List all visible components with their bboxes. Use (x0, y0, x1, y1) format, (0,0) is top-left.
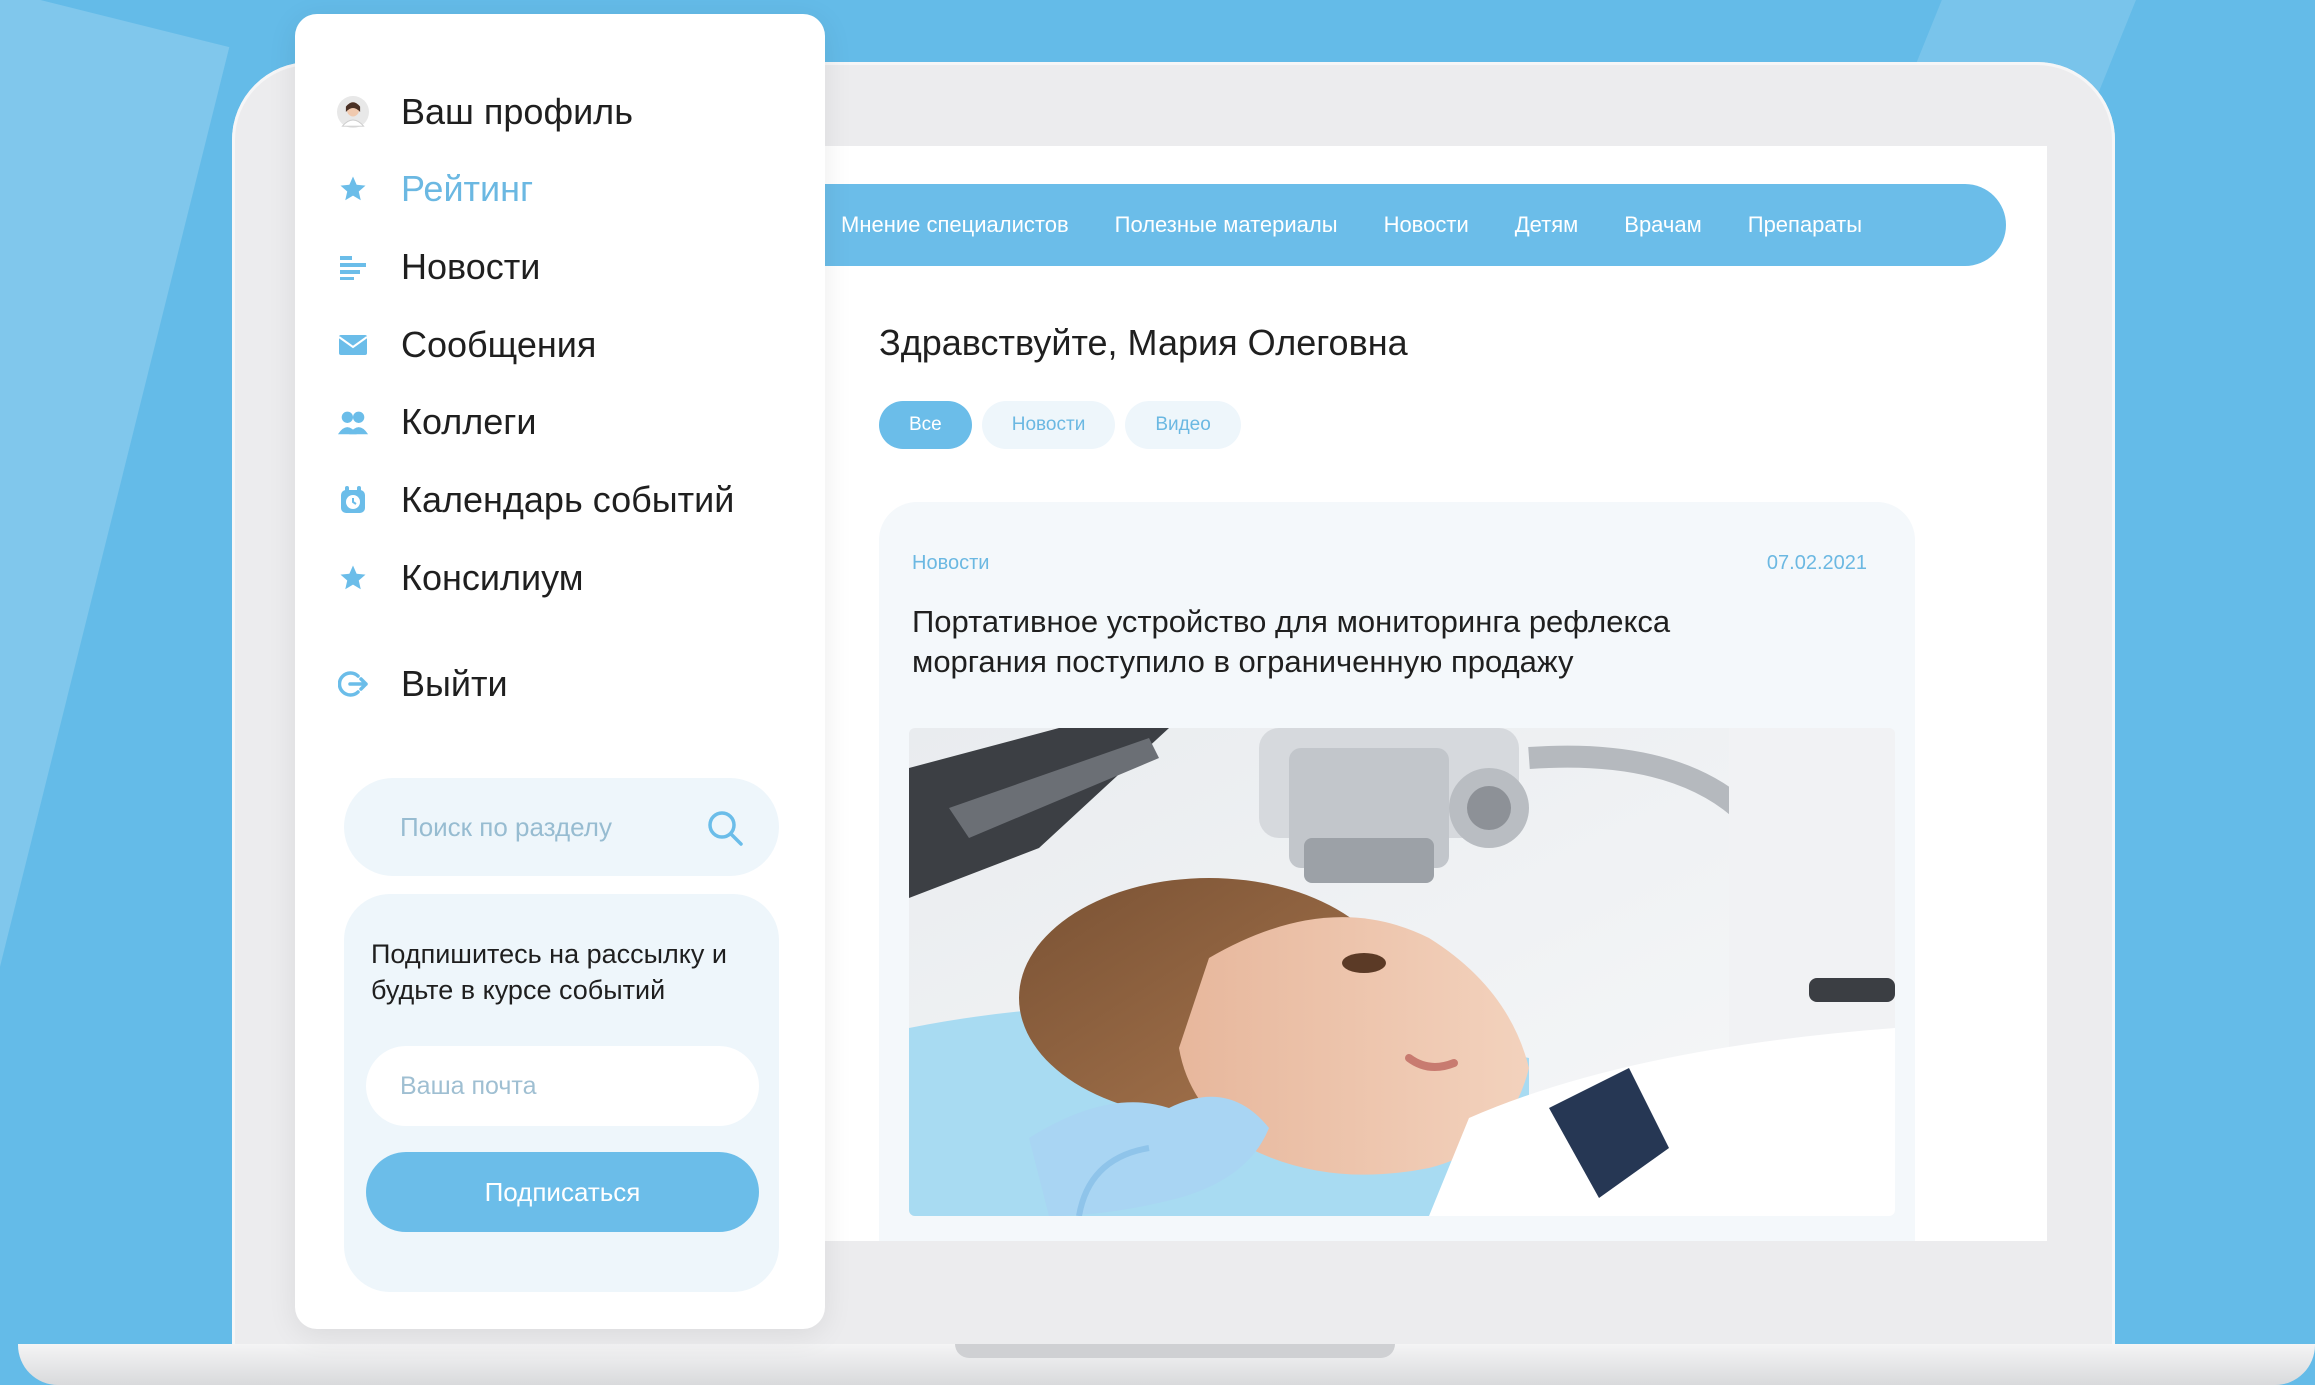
nav-item-experts[interactable]: Мнение специалистов (841, 212, 1069, 238)
sidebar-item-label: Консилиум (401, 557, 584, 598)
search-input[interactable] (400, 811, 690, 843)
filter-chip-news[interactable]: Новости (981, 401, 1116, 449)
sidebar-item-news[interactable]: Новости (337, 243, 540, 291)
subscribe-box: Подпишитесь на рассылку и будьте в курсе… (344, 894, 779, 1292)
greeting-title: Здравствуйте, Мария Олеговна (879, 322, 1408, 363)
nav-item-news[interactable]: Новости (1384, 212, 1469, 238)
envelope-icon (337, 329, 369, 361)
section-search (344, 778, 779, 876)
email-field[interactable] (366, 1046, 759, 1126)
top-navigation: Мнение специалистов Полезные материалы Н… (790, 184, 2006, 266)
star-icon (337, 173, 369, 205)
laptop-notch (955, 1344, 1395, 1358)
sidebar-item-label: Новости (401, 246, 541, 287)
filter-chip-video[interactable]: Видео (1125, 401, 1241, 449)
sidebar-item-rating[interactable]: Рейтинг (337, 165, 533, 213)
sidebar-item-label: Коллеги (401, 401, 537, 442)
nav-item-children[interactable]: Детям (1515, 212, 1579, 238)
logout-icon (337, 668, 369, 700)
background-decoration (0, 0, 230, 1018)
filter-chip-all[interactable]: Все (879, 401, 972, 449)
sidebar-item-messages[interactable]: Сообщения (337, 321, 596, 369)
news-image[interactable] (909, 728, 1895, 1216)
sidebar-item-consilium[interactable]: Консилиум (337, 554, 583, 602)
news-category: Новости (912, 552, 990, 574)
nav-item-materials[interactable]: Полезные материалы (1115, 212, 1338, 238)
sidebar-item-label: Календарь событий (401, 479, 735, 520)
news-icon (337, 251, 369, 283)
avatar-icon (337, 96, 369, 128)
users-icon (337, 406, 369, 438)
news-photo (909, 728, 1895, 1216)
sidebar-item-label: Рейтинг (401, 168, 534, 209)
subscribe-text: Подпишитесь на рассылку и будьте в курсе… (371, 939, 727, 1005)
sidebar-item-label: Сообщения (401, 324, 597, 365)
search-icon[interactable] (706, 809, 744, 852)
news-card[interactable]: Новости 07.02.2021 Портативное устройств… (879, 502, 1915, 1241)
star-icon (337, 562, 369, 594)
sidebar: Ваш профиль Рейтинг Новости Сообщения Ко… (295, 14, 825, 1329)
nav-item-drugs[interactable]: Препараты (1748, 212, 1862, 238)
alarm-clock-icon (337, 484, 369, 516)
sidebar-item-label: Ваш профиль (401, 91, 633, 132)
sidebar-item-label: Выйти (401, 663, 508, 704)
sidebar-item-logout[interactable]: Выйти (337, 660, 508, 708)
filter-chips: Все Новости Видео (879, 401, 1241, 449)
news-title[interactable]: Портативное устройство для мониторинга р… (912, 602, 1812, 682)
nav-item-doctors[interactable]: Врачам (1624, 212, 1701, 238)
news-date: 07.02.2021 (1766, 552, 1867, 574)
sidebar-item-profile[interactable]: Ваш профиль (337, 88, 633, 136)
sidebar-item-colleagues[interactable]: Коллеги (337, 398, 536, 446)
sidebar-item-calendar[interactable]: Календарь событий (337, 476, 734, 524)
laptop-screen: Мнение специалистов Полезные материалы Н… (790, 146, 2047, 1241)
subscribe-button[interactable]: Подписаться (366, 1152, 759, 1232)
